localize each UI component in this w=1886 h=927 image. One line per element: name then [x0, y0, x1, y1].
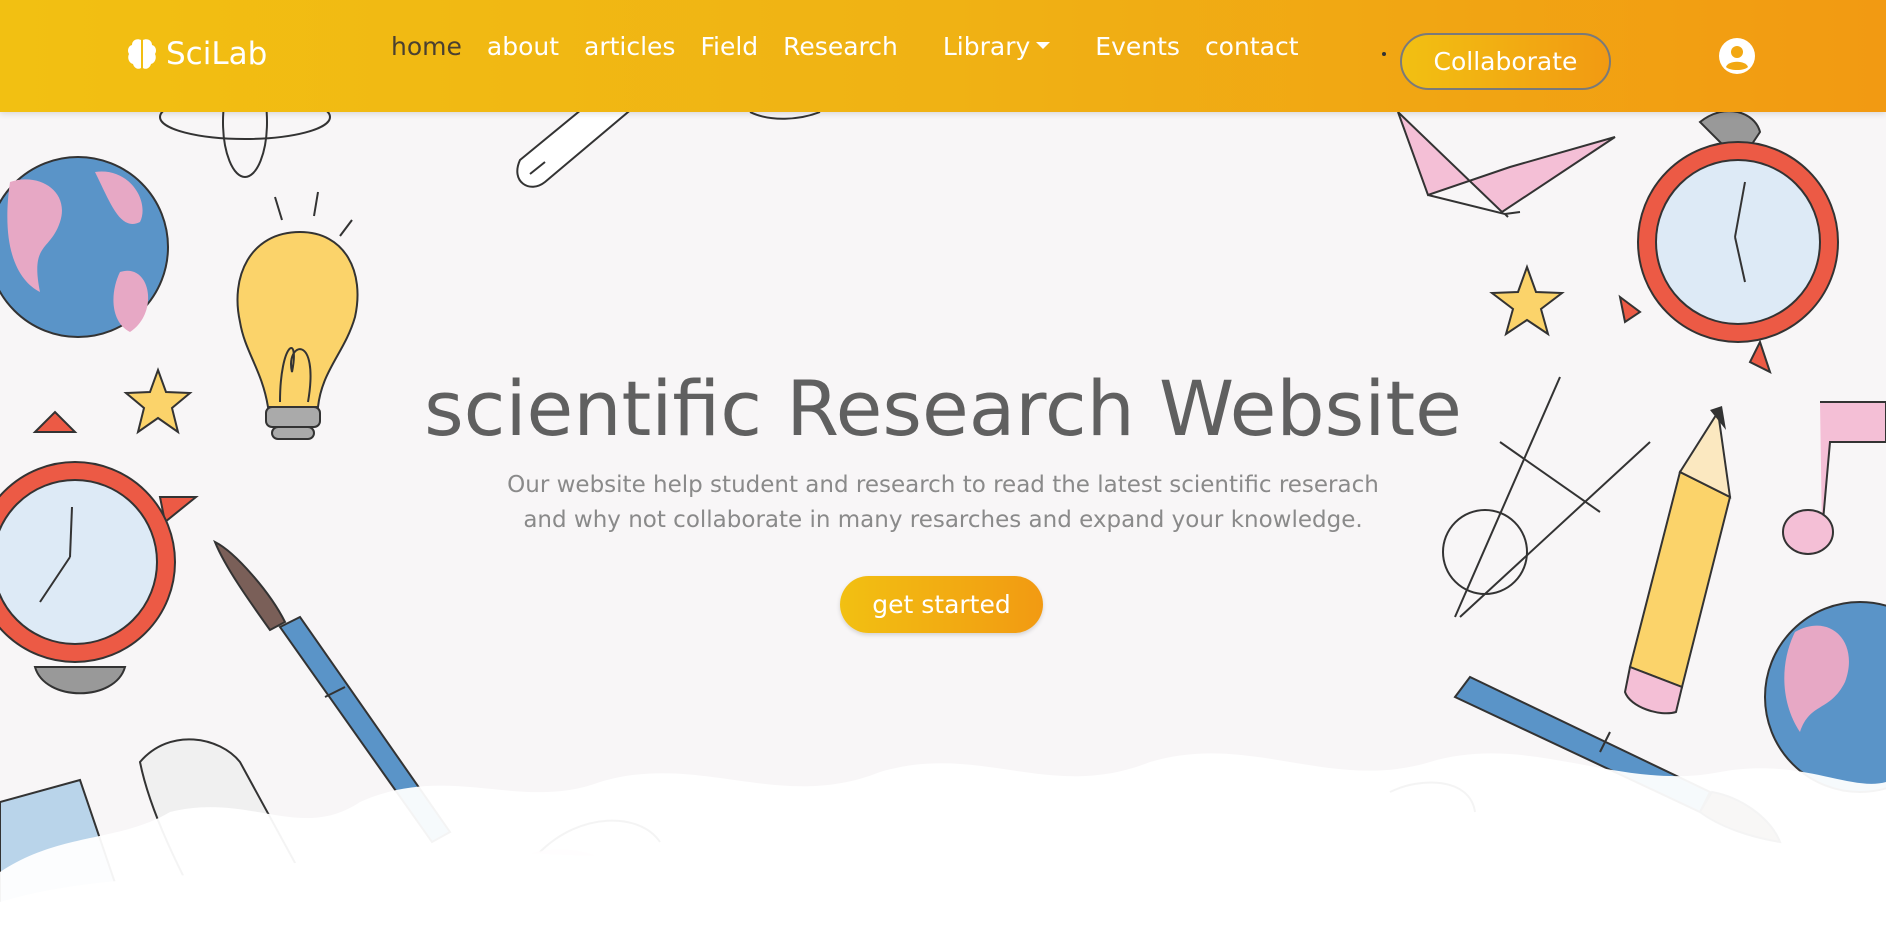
atom-icon	[159, 112, 331, 178]
caret-down-icon	[1036, 42, 1051, 49]
separator-dot	[1382, 52, 1386, 56]
hero-section: scientific Research Website Our website …	[0, 112, 1886, 927]
collaborate-button[interactable]: Collaborate	[1400, 33, 1611, 90]
hero-title: scientific Research Website	[424, 364, 1462, 453]
nav-about[interactable]: about	[487, 32, 559, 61]
get-started-button[interactable]: get started	[840, 576, 1043, 633]
navbar: SciLab home about articles Field Researc…	[0, 0, 1886, 112]
brand-name: SciLab	[166, 36, 268, 72]
test-tube-icon	[516, 112, 630, 188]
nav-library-label: Library	[942, 32, 1031, 61]
nav-articles[interactable]: articles	[584, 32, 675, 61]
brain-icon	[128, 39, 156, 69]
nav-home[interactable]: home	[391, 32, 462, 61]
user-circle-icon[interactable]	[1719, 38, 1755, 74]
hero-subtitle-line-2: and why not collaborate in many resarche…	[523, 507, 1363, 533]
star-icon	[1489, 264, 1565, 337]
nav-library-dropdown[interactable]: Library	[942, 32, 1051, 61]
brand-logo[interactable]: SciLab	[126, 36, 267, 72]
nav-events[interactable]: Events	[1095, 32, 1180, 61]
alarm-clock-icon	[1618, 112, 1839, 374]
doodle-arc-icon	[749, 112, 821, 120]
nav-research[interactable]: Research	[783, 32, 898, 61]
globe-icon	[1764, 601, 1886, 793]
hero-subtitle-line-1: Our website help student and research to…	[507, 472, 1379, 498]
hero-subtitle: Our website help student and research to…	[0, 468, 1886, 538]
cloud-shape	[0, 753, 1886, 927]
paper-plane-icon	[1397, 112, 1616, 218]
nav-contact[interactable]: contact	[1205, 32, 1299, 61]
nav-field[interactable]: Field	[700, 32, 758, 61]
nav-menu: home about articles Field Research Libra…	[391, 32, 1324, 61]
alarm-clock-icon	[0, 410, 199, 695]
globe-icon	[0, 156, 169, 338]
